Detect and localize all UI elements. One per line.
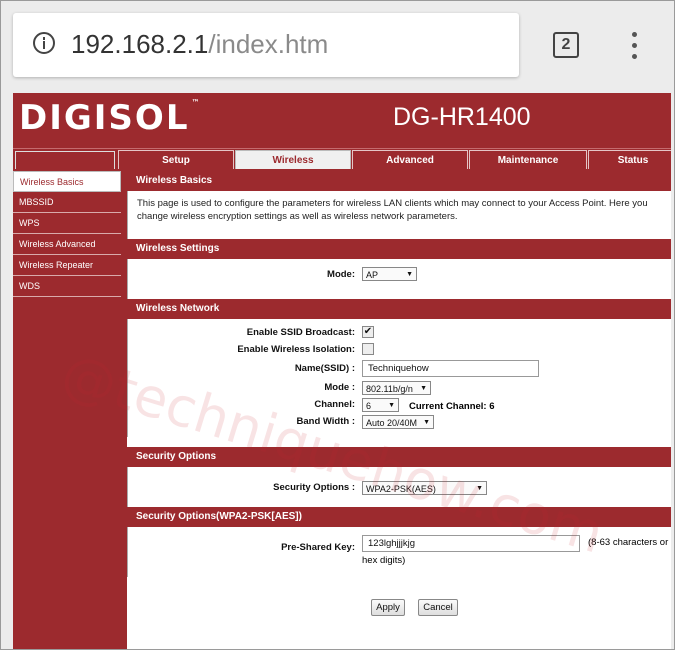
- router-admin-page: DIGISOL ™ DG-HR1400 Setup Wireless Advanc…: [13, 93, 671, 649]
- section-body: Pre-Shared Key: 123lghjjjkjg (8-63 chara…: [127, 527, 671, 577]
- tab-status[interactable]: Status: [588, 150, 671, 169]
- overflow-menu-icon[interactable]: [630, 32, 638, 62]
- psk-label: Pre-Shared Key:: [281, 542, 355, 553]
- security-options-section: Security Options Security Options : WPA2…: [127, 447, 671, 507]
- psk-input[interactable]: 123lghjjjkjg: [362, 535, 580, 552]
- mode-value: AP: [366, 270, 379, 280]
- isolation-row: Enable Wireless Isolation:: [128, 342, 671, 359]
- tab-advanced[interactable]: Advanced: [352, 150, 468, 169]
- sidebar-item-wds[interactable]: WDS: [13, 276, 121, 297]
- ssid-input[interactable]: Techniquehow: [362, 360, 539, 377]
- section-body: Mode: AP ▼: [127, 259, 671, 299]
- wireless-basics-section: Wireless Basics This page is used to con…: [127, 171, 671, 239]
- wireless-network-section: Wireless Network Enable SSID Broadcast: …: [127, 299, 671, 437]
- dropdown-arrow-icon: ▼: [420, 385, 427, 392]
- dropdown-arrow-icon: ▼: [406, 271, 413, 278]
- intro-line-1: This page is used to configure the param…: [137, 198, 648, 209]
- section-title: Wireless Basics: [127, 171, 671, 191]
- main-content: Wireless Basics This page is used to con…: [127, 171, 671, 649]
- bandwidth-select[interactable]: Auto 20/40M ▼: [362, 415, 434, 429]
- ssid-broadcast-label: Enable SSID Broadcast:: [246, 327, 355, 338]
- network-mode-row: Mode : 802.11b/g/n ▼: [128, 379, 671, 396]
- mode-row: Mode: AP ▼: [128, 267, 671, 284]
- screenshot-frame: 192.168.2.1/index.htm 2 DIGISOL ™ DG-HR14…: [0, 0, 675, 650]
- dropdown-arrow-icon: ▼: [423, 419, 430, 426]
- psk-hint-line-1: (8-63 characters or: [588, 537, 669, 548]
- psk-row: Pre-Shared Key: 123lghjjjkjg (8-63 chara…: [128, 535, 671, 569]
- ssid-broadcast-row: Enable SSID Broadcast: ✔: [128, 325, 671, 342]
- security-label: Security Options :: [273, 482, 355, 493]
- url-host: 192.168.2.1: [71, 29, 209, 59]
- tab-setup[interactable]: Setup: [118, 150, 234, 169]
- section-body: Enable SSID Broadcast: ✔ Enable Wireless…: [127, 319, 671, 437]
- cancel-button[interactable]: Cancel: [418, 599, 458, 616]
- intro-line-2: change wireless encryption settings as w…: [137, 211, 458, 222]
- dropdown-arrow-icon: ▼: [388, 402, 395, 409]
- dropdown-arrow-icon: ▼: [476, 485, 483, 492]
- network-mode-label: Mode :: [324, 382, 355, 393]
- channel-select[interactable]: 6 ▼: [362, 398, 399, 412]
- tab-wireless[interactable]: Wireless: [235, 150, 351, 169]
- channel-label: Channel:: [314, 399, 355, 410]
- psk-hint-line-2: hex digits): [362, 555, 406, 566]
- sidebar-item-wireless-repeater[interactable]: Wireless Repeater: [13, 255, 121, 276]
- wpa2-psk-section: Security Options(WPA2-PSK[AES]) Pre-Shar…: [127, 507, 671, 577]
- wireless-settings-section: Wireless Settings Mode: AP ▼: [127, 239, 671, 299]
- intro-text: This page is used to configure the param…: [128, 191, 671, 229]
- bandwidth-row: Band Width : Auto 20/40M ▼: [128, 413, 671, 430]
- header-banner: DIGISOL ™ DG-HR1400: [13, 93, 671, 148]
- security-select[interactable]: WPA2-PSK(AES) ▼: [362, 481, 487, 495]
- sidebar-item-wireless-basics[interactable]: Wireless Basics: [13, 171, 121, 192]
- network-mode-value: 802.11b/g/n: [366, 384, 413, 394]
- section-body: This page is used to configure the param…: [127, 191, 671, 239]
- security-value: WPA2-PSK(AES): [366, 484, 436, 494]
- logo-text: DIGISOL: [19, 98, 190, 138]
- bandwidth-value: Auto 20/40M: [366, 418, 418, 428]
- info-icon[interactable]: [33, 32, 55, 54]
- channel-row: Channel: 6 ▼ Current Channel: 6: [128, 396, 671, 413]
- ssid-label: Name(SSID) :: [294, 363, 355, 374]
- section-title: Wireless Network: [127, 299, 671, 319]
- mode-select[interactable]: AP ▼: [362, 267, 417, 281]
- current-channel-text: Current Channel: 6: [409, 401, 495, 412]
- section-title: Security Options: [127, 447, 671, 467]
- network-mode-select[interactable]: 802.11b/g/n ▼: [362, 381, 431, 395]
- isolation-checkbox[interactable]: [362, 343, 374, 355]
- nav-spacer: [15, 151, 115, 169]
- apply-button[interactable]: Apply: [371, 599, 405, 616]
- brand-logo: DIGISOL ™: [19, 98, 202, 138]
- tab-maintenance[interactable]: Maintenance: [469, 150, 587, 169]
- trademark-mark: ™: [191, 98, 202, 107]
- section-title: Security Options(WPA2-PSK[AES]): [127, 507, 671, 527]
- sidebar-item-mbssid[interactable]: MBSSID: [13, 192, 121, 213]
- browser-url-bar[interactable]: 192.168.2.1/index.htm: [13, 13, 519, 77]
- url-path: /index.htm: [208, 29, 329, 59]
- section-title: Wireless Settings: [127, 239, 671, 259]
- sidebar-item-wps[interactable]: WPS: [13, 213, 121, 234]
- bandwidth-label: Band Width :: [296, 416, 355, 427]
- sidebar: Wireless Basics MBSSID WPS Wireless Adva…: [13, 171, 121, 649]
- isolation-label: Enable Wireless Isolation:: [237, 344, 355, 355]
- model-name: DG-HR1400: [393, 103, 531, 131]
- section-body: Security Options : WPA2-PSK(AES) ▼: [127, 467, 671, 507]
- ssid-broadcast-checkbox[interactable]: ✔: [362, 326, 374, 338]
- ssid-row: Name(SSID) : Techniquehow: [128, 359, 671, 379]
- url-text[interactable]: 192.168.2.1/index.htm: [71, 29, 328, 60]
- tab-switcher-icon[interactable]: 2: [553, 32, 579, 58]
- sidebar-item-wireless-advanced[interactable]: Wireless Advanced: [13, 234, 121, 255]
- mode-label: Mode:: [327, 269, 355, 280]
- channel-value: 6: [366, 401, 372, 411]
- security-row: Security Options : WPA2-PSK(AES) ▼: [128, 479, 671, 496]
